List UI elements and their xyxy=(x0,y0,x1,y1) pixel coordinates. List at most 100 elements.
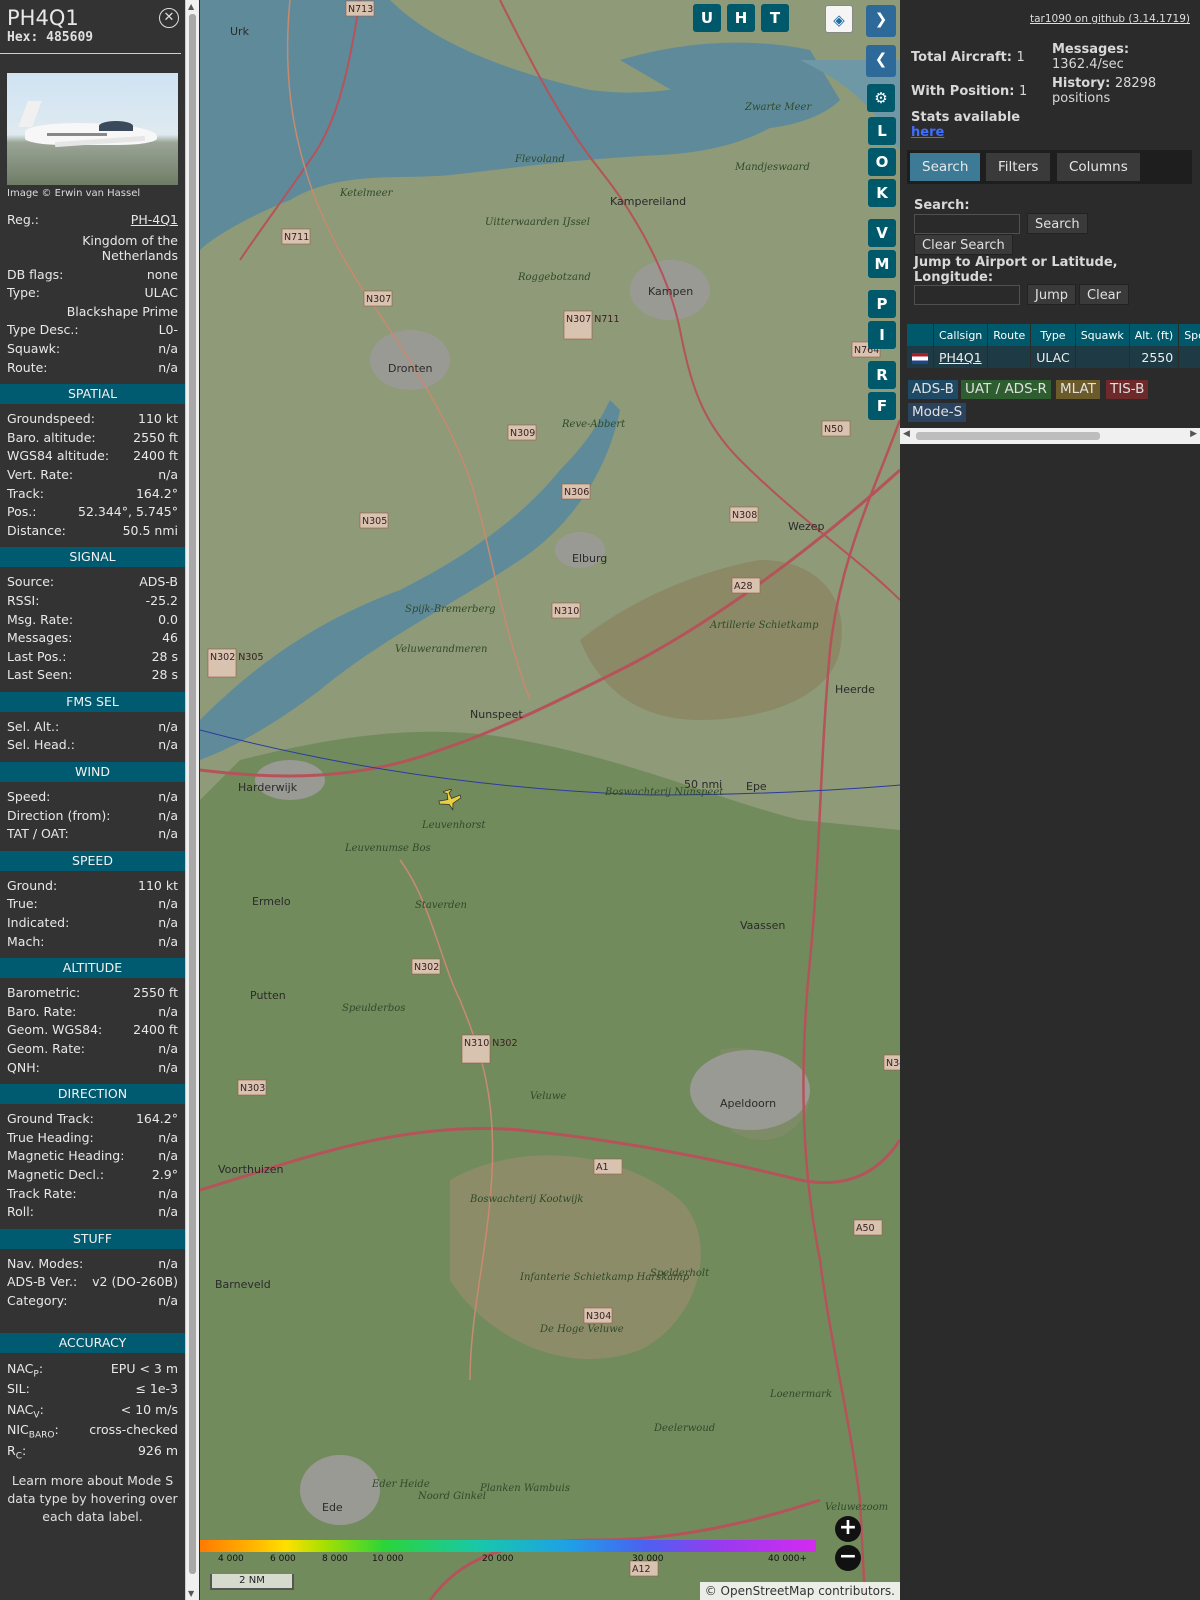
jump-input[interactable] xyxy=(914,285,1020,305)
settings-gear-icon[interactable]: ⚙ xyxy=(867,84,895,112)
github-link[interactable]: tar1090 on github (3.14.1719) xyxy=(1030,13,1190,25)
place-label-ketelmeer: Ketelmeer xyxy=(339,188,394,199)
info-label: ADS-B Ver.: xyxy=(7,1274,78,1290)
place-label-staverden: Staverden xyxy=(415,900,467,911)
map-button-k[interactable]: K xyxy=(868,179,896,207)
close-icon[interactable]: ✕ xyxy=(159,8,179,28)
map-button-m[interactable]: M xyxy=(868,250,896,278)
place-label-speulderbos: Speulderbos xyxy=(342,1003,405,1014)
clear-button[interactable]: Clear xyxy=(1079,284,1129,305)
map-button-r[interactable]: R xyxy=(868,361,896,389)
info-label: Magnetic Heading: xyxy=(7,1148,125,1164)
info-value: 52.344°, 5.745° xyxy=(78,504,178,520)
info-row-ground-track: Ground Track: 164.2° xyxy=(0,1110,185,1129)
info-row-nacv: NACV: < 10 m/s xyxy=(0,1400,185,1421)
detail-label: Type: xyxy=(7,285,40,301)
table-horizontal-scrollbar[interactable]: ◀ ▶ xyxy=(900,428,1200,444)
tab-columns[interactable]: Columns xyxy=(1057,153,1140,181)
info-row-last-seen: Last Seen: 28 s xyxy=(0,666,185,685)
map-button-l[interactable]: L xyxy=(868,117,896,145)
info-value: n/a xyxy=(158,1204,178,1220)
map-view[interactable]: 50 nmi Urk Ketelmeer Flevoland Kampereiland… xyxy=(200,0,900,1600)
column-header-alt-ft[interactable]: Alt. (ft) xyxy=(1129,324,1180,346)
place-label-leuvenhorst: Leuvenhorst xyxy=(421,820,486,831)
info-label: Speed: xyxy=(7,789,51,805)
tab-search[interactable]: Search xyxy=(910,153,981,181)
map-button-p[interactable]: P xyxy=(868,290,896,318)
registration-link[interactable]: PH-4Q1 xyxy=(131,211,178,230)
source-badge-ads-b[interactable]: ADS-B xyxy=(908,380,958,399)
jump-button[interactable]: Jump xyxy=(1027,284,1076,305)
map-button-u[interactable]: U xyxy=(693,4,721,32)
cell-squawk xyxy=(1075,346,1130,368)
tab-filters[interactable]: Filters xyxy=(986,153,1051,181)
info-row-source: Source: ADS-B xyxy=(0,573,185,592)
map-button-f[interactable]: F xyxy=(868,392,896,420)
info-row-track: Track: 164.2° xyxy=(0,485,185,504)
column-header-type[interactable]: Type xyxy=(1030,324,1076,346)
map-button-i[interactable]: I xyxy=(868,321,896,349)
svg-text:N713: N713 xyxy=(348,4,373,15)
map-button-v[interactable]: V xyxy=(868,219,896,247)
column-header-route[interactable]: Route xyxy=(987,324,1032,346)
altitude-tick-label: 4 000 xyxy=(218,1554,244,1564)
column-header-spd[interactable]: Spd. xyxy=(1178,324,1200,346)
info-label: Roll: xyxy=(7,1204,34,1220)
info-value: n/a xyxy=(158,789,178,805)
section-header-fms-sel: FMS SEL xyxy=(0,691,185,712)
svg-text:N303: N303 xyxy=(240,1083,265,1094)
aircraft-details: Reg.: PH-4Q1 Kingdom of the Netherlands DB … xyxy=(0,211,185,377)
info-row-true: True: n/a xyxy=(0,895,185,914)
table-row[interactable]: PH4Q1 ULAC 2550 xyxy=(907,346,1200,368)
info-label: Groundspeed: xyxy=(7,411,95,427)
zoom-out-button[interactable]: − xyxy=(835,1545,861,1571)
zoom-in-button[interactable]: + xyxy=(835,1516,861,1542)
info-label: Nav. Modes: xyxy=(7,1255,84,1271)
map-canvas[interactable]: 50 nmi UrkKetelmeerFlevolandKampereiland… xyxy=(200,0,900,1600)
info-row-nicbaro: NICBARO: cross-checked xyxy=(0,1420,185,1441)
column-header-squawk[interactable]: Squawk xyxy=(1075,324,1130,346)
source-badge-uat-ads-r[interactable]: UAT / ADS-R xyxy=(961,380,1051,399)
info-value: n/a xyxy=(158,1185,178,1201)
info-value: v2 (DO-260B) xyxy=(92,1274,178,1290)
info-label: Last Pos.: xyxy=(7,648,67,664)
map-button-h[interactable]: H xyxy=(727,4,755,32)
clear-search-button[interactable]: Clear Search xyxy=(914,234,1013,255)
svg-text:N50: N50 xyxy=(824,424,843,435)
source-badge-mlat[interactable]: MLAT xyxy=(1056,380,1100,399)
sidebar-scrollbar[interactable]: ▲ ▼ xyxy=(185,0,199,1600)
svg-text:N711: N711 xyxy=(284,232,309,243)
place-label-voorthuizen: Voorthuizen xyxy=(218,1163,284,1176)
road-shield-a28: A28 xyxy=(731,577,761,594)
place-label-elburg: Elburg xyxy=(572,552,607,565)
osm-link[interactable]: OpenStreetMap xyxy=(721,1584,815,1598)
map-button-t[interactable]: T xyxy=(761,4,789,32)
place-label-deelerwoud: Deelerwoud xyxy=(653,1423,715,1434)
search-input[interactable] xyxy=(914,214,1020,234)
cell-callsign[interactable]: PH4Q1 xyxy=(933,346,989,368)
place-label-putten: Putten xyxy=(250,989,286,1002)
info-value: 164.2° xyxy=(135,485,178,501)
column-header-callsign[interactable]: Callsign xyxy=(933,324,989,346)
place-label-roggebotzand: Roggebotzand xyxy=(517,272,591,283)
aircraft-photo[interactable] xyxy=(7,73,178,185)
map-button-o[interactable]: O xyxy=(868,148,896,176)
info-label: RC: xyxy=(7,1442,27,1462)
info-label: Source: xyxy=(7,574,55,590)
source-badge-tis-b[interactable]: TIS-B xyxy=(1106,380,1149,399)
detail-row: Blackshape Prime xyxy=(0,303,185,322)
place-label-urk: Urk xyxy=(230,25,250,38)
section-header-direction: DIRECTION xyxy=(0,1084,185,1105)
search-button[interactable]: Search xyxy=(1027,213,1088,234)
column-header-flag[interactable] xyxy=(907,324,934,346)
road-shield-n307: N307 xyxy=(363,290,393,307)
info-row-direction-from: Direction (from): n/a xyxy=(0,807,185,826)
source-badge-mode-s[interactable]: Mode-S xyxy=(908,403,967,422)
chevron-left-icon[interactable]: ❮ xyxy=(866,45,896,77)
cell-route xyxy=(987,346,1032,368)
layers-icon[interactable]: ◈ xyxy=(825,5,853,33)
detail-value: ULAC xyxy=(144,285,178,301)
stats-link[interactable]: here xyxy=(911,125,944,140)
chevron-right-icon[interactable]: ❯ xyxy=(866,5,896,37)
road-shield-n305: N305 xyxy=(359,512,389,529)
